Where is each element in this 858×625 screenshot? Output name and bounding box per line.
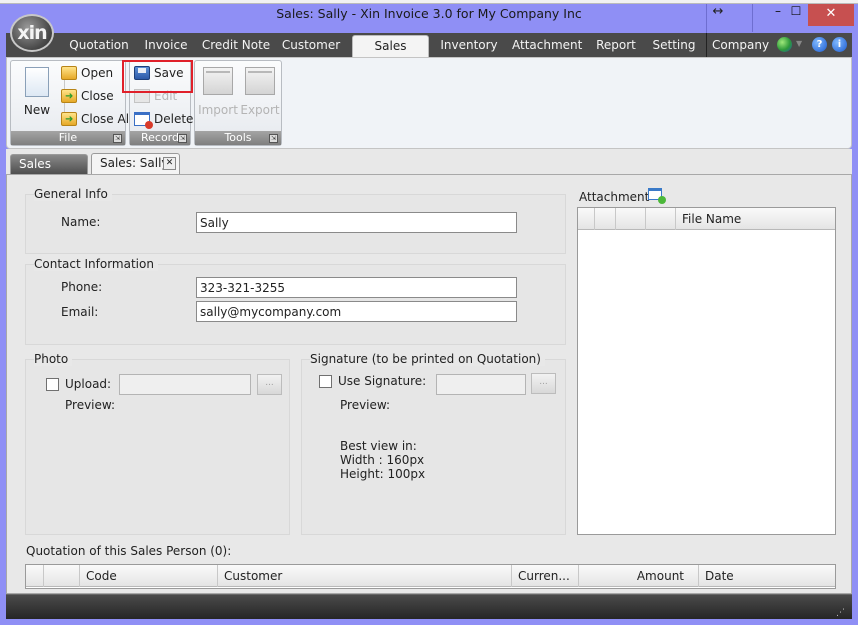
grid-column-header[interactable] bbox=[595, 208, 616, 230]
folder-open-icon bbox=[61, 66, 77, 80]
file-group-label: File bbox=[58, 131, 78, 144]
signature-preview-label: Preview: bbox=[340, 398, 391, 412]
photo-preview-label: Preview: bbox=[65, 398, 116, 412]
name-label: Name: bbox=[61, 215, 101, 229]
menu-tab-quotation[interactable]: Quotation bbox=[66, 33, 132, 57]
grid-column-date[interactable]: Date bbox=[699, 565, 835, 587]
doc-tab-sales-person[interactable]: Sales Person bbox=[10, 154, 88, 190]
menu-tab-attachment[interactable]: Attachment bbox=[512, 33, 582, 57]
close-button[interactable]: Close bbox=[59, 86, 114, 107]
attachment-title: Attachment bbox=[579, 190, 650, 204]
grid-column-header[interactable] bbox=[616, 208, 646, 230]
signature-hint-line2: Width : 160px bbox=[340, 453, 425, 467]
grid-column-currency[interactable]: Curren... bbox=[512, 565, 579, 587]
dialog-launcher-icon[interactable]: ⇲ bbox=[269, 134, 278, 143]
grid-column-header[interactable] bbox=[578, 208, 595, 230]
globe-icon[interactable] bbox=[777, 37, 792, 52]
signature-hint-line1: Best view in: bbox=[340, 439, 417, 453]
menu-tab-customer[interactable]: Customer bbox=[280, 33, 342, 57]
new-label: New bbox=[23, 103, 51, 117]
add-attachment-icon[interactable] bbox=[648, 188, 666, 204]
contact-info-title: Contact Information bbox=[34, 257, 158, 271]
signature-browse-button[interactable]: ... bbox=[531, 373, 556, 394]
signature-path-input[interactable] bbox=[436, 374, 526, 395]
new-button[interactable]: New bbox=[11, 61, 63, 131]
menu-tab-credit-note[interactable]: Credit Note bbox=[200, 33, 272, 57]
open-label: Open bbox=[81, 66, 114, 80]
export-label: Export bbox=[240, 103, 280, 117]
close-window-button[interactable]: ✕ bbox=[808, 4, 854, 26]
grid-column-header[interactable] bbox=[646, 208, 676, 230]
quotations-grid-header: Code Customer Curren... Amount Date bbox=[26, 565, 835, 587]
use-signature-checkbox[interactable] bbox=[319, 375, 332, 388]
signature-hint-line3: Height: 100px bbox=[340, 467, 426, 481]
close-all-button[interactable]: Close All bbox=[59, 109, 133, 130]
resize-icon[interactable]: ↔ bbox=[706, 4, 730, 20]
grid-column-amount[interactable]: Amount bbox=[579, 565, 699, 587]
email-label: Email: bbox=[61, 305, 99, 319]
menu-tab-inventory[interactable]: Inventory bbox=[438, 33, 500, 57]
phone-input[interactable] bbox=[196, 277, 517, 298]
ribbon-group-label: File ⇲ bbox=[11, 131, 125, 145]
resize-grip-icon[interactable]: ⋰ bbox=[836, 608, 845, 618]
app-logo[interactable]: xin bbox=[10, 14, 54, 52]
phone-label: Phone: bbox=[61, 280, 103, 294]
photo-browse-button[interactable]: ... bbox=[257, 374, 282, 395]
upload-path-input[interactable] bbox=[119, 374, 251, 395]
record-group-label: Record bbox=[140, 131, 179, 144]
maximize-button[interactable]: ☐ bbox=[781, 4, 811, 24]
grid-column-file-name[interactable]: File Name bbox=[676, 208, 835, 230]
folder-close-all-icon bbox=[61, 110, 77, 130]
photo-title: Photo bbox=[34, 352, 73, 366]
upload-checkbox[interactable] bbox=[46, 378, 59, 391]
delete-label: Delete bbox=[154, 112, 194, 126]
grid-column-code[interactable]: Code bbox=[80, 565, 218, 587]
help-icon[interactable]: ? bbox=[812, 37, 827, 52]
title-separator bbox=[752, 4, 753, 32]
ribbon-group-file: New Open Close Close All File ⇲ bbox=[10, 60, 132, 146]
tools-group-label: Tools bbox=[224, 131, 252, 144]
menu-separator bbox=[706, 33, 707, 57]
attachment-grid-header: File Name bbox=[578, 208, 835, 230]
open-button[interactable]: Open bbox=[59, 63, 113, 83]
grid-column-header[interactable] bbox=[26, 565, 44, 587]
new-document-icon bbox=[25, 67, 49, 97]
ribbon-group-label: Tools ⇲ bbox=[195, 131, 281, 145]
name-input[interactable] bbox=[196, 212, 517, 233]
upload-label: Upload: bbox=[65, 377, 112, 391]
close-all-label: Close All bbox=[81, 112, 133, 126]
export-icon bbox=[245, 67, 275, 95]
dialog-launcher-icon[interactable]: ⇲ bbox=[178, 134, 187, 143]
quotations-title: Quotation of this Sales Person (0): bbox=[26, 544, 232, 558]
export-button[interactable]: Export bbox=[239, 61, 281, 131]
menu-tab-setting[interactable]: Setting bbox=[650, 33, 698, 57]
menu-tab-invoice[interactable]: Invoice bbox=[138, 33, 194, 57]
close-tab-icon[interactable]: ✕ bbox=[163, 157, 176, 170]
menu-tab-report[interactable]: Report bbox=[592, 33, 640, 57]
ribbon-group-label: Record ⇲ bbox=[130, 131, 190, 145]
attachment-grid: File Name bbox=[577, 207, 836, 535]
chevron-down-icon[interactable]: ▼ bbox=[796, 39, 802, 48]
import-button[interactable]: Import bbox=[197, 61, 239, 131]
quotations-grid: Code Customer Curren... Amount Date bbox=[25, 564, 836, 589]
save-highlight-box bbox=[122, 60, 193, 93]
delete-button[interactable]: Delete bbox=[132, 109, 193, 129]
grid-column-customer[interactable]: Customer bbox=[218, 565, 512, 587]
dialog-launcher-icon[interactable]: ⇲ bbox=[113, 134, 122, 143]
signature-title: Signature (to be printed on Quotation) bbox=[310, 352, 545, 366]
ribbon-group-tools: Import Export Tools ⇲ bbox=[194, 60, 282, 146]
delete-icon bbox=[134, 112, 153, 129]
close-label: Close bbox=[81, 89, 114, 103]
import-label: Import bbox=[198, 103, 238, 117]
menu-tab-sales-person[interactable]: Sales Person bbox=[352, 35, 429, 74]
use-signature-label: Use Signature: bbox=[338, 374, 427, 388]
info-icon[interactable]: i bbox=[832, 37, 847, 52]
folder-close-icon bbox=[61, 87, 77, 107]
menu-tab-company[interactable]: Company bbox=[712, 33, 769, 57]
import-icon bbox=[203, 67, 233, 95]
grid-column-header[interactable] bbox=[44, 565, 80, 587]
status-bar bbox=[6, 594, 852, 619]
general-info-title: General Info bbox=[34, 187, 112, 201]
email-input[interactable] bbox=[196, 301, 517, 322]
